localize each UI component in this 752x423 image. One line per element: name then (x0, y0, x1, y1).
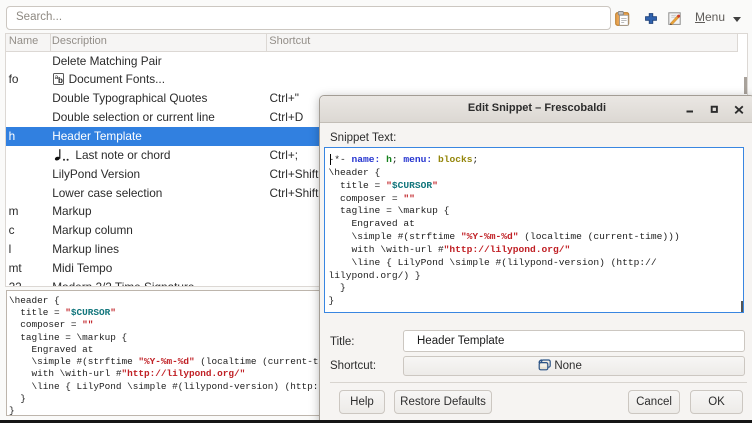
svg-text:b: b (58, 76, 63, 85)
